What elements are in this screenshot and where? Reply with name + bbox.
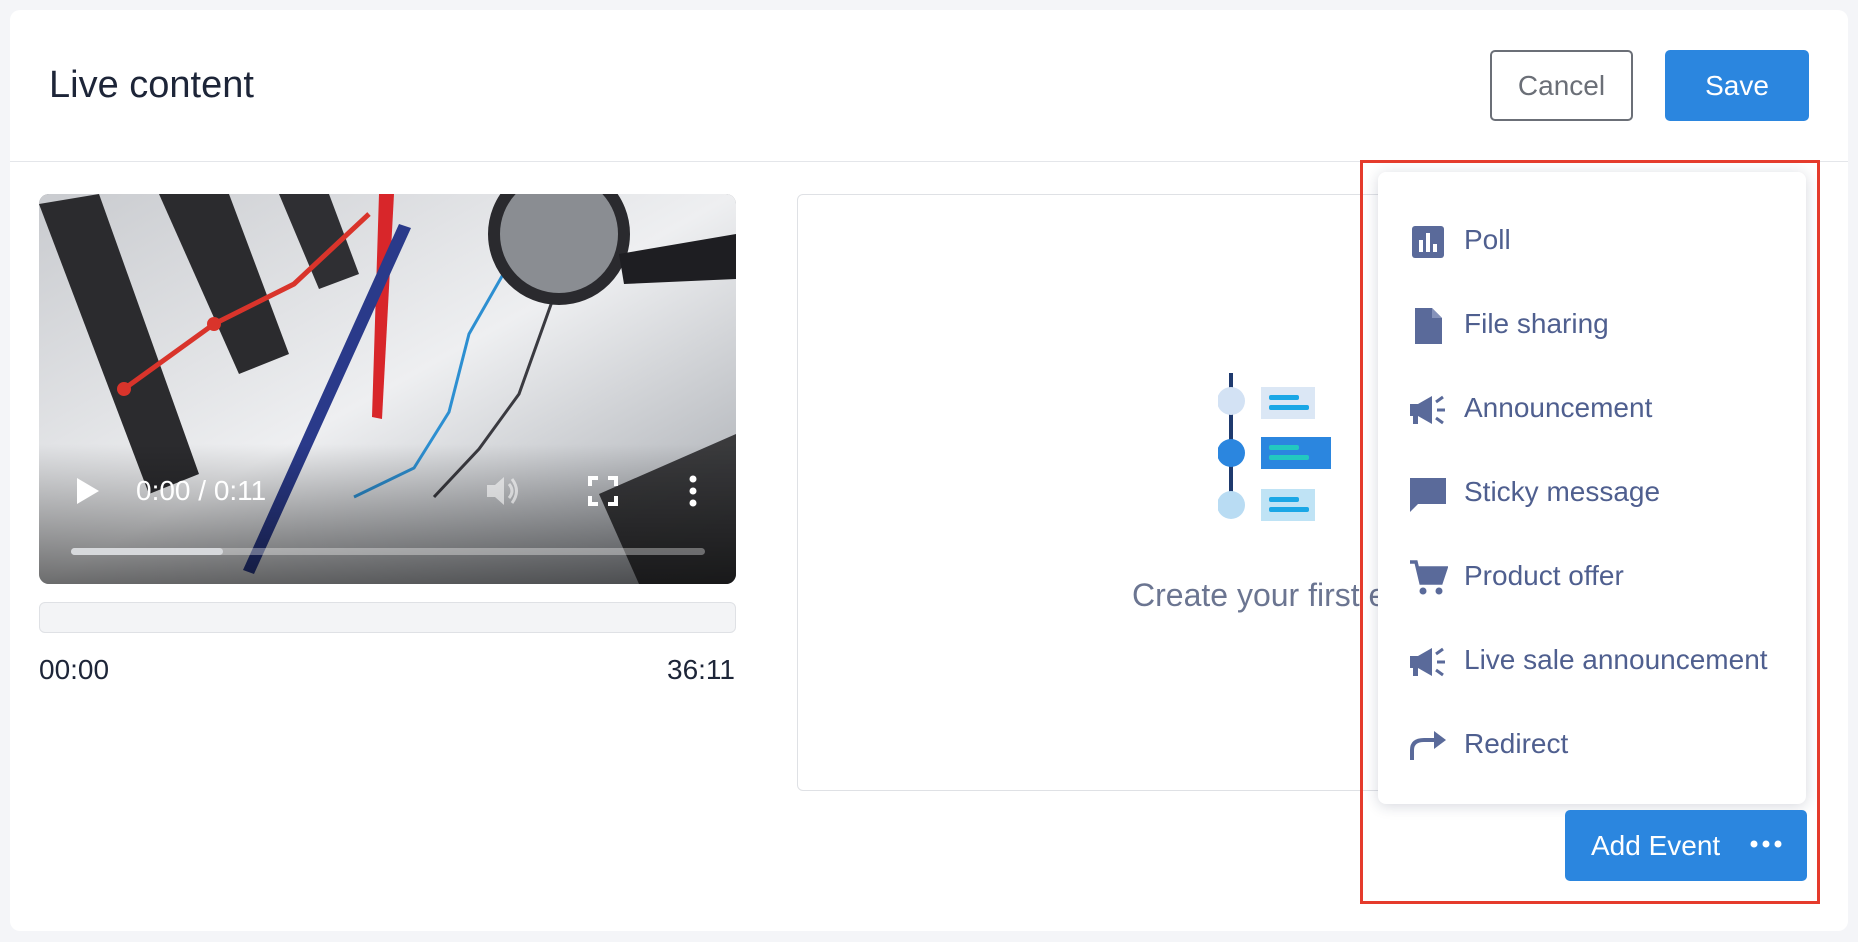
page-header: Live content Cancel Save — [10, 10, 1848, 162]
save-button[interactable]: Save — [1665, 50, 1809, 121]
volume-icon[interactable] — [485, 474, 521, 508]
timeline-start-time: 00:00 — [39, 654, 110, 685]
timeline-illustration — [1218, 373, 1331, 521]
empty-state-text: Create your first e — [1132, 577, 1387, 613]
controls-gradient — [39, 444, 736, 584]
cancel-button[interactable]: Cancel — [1490, 50, 1633, 121]
highlight-frame — [1360, 160, 1820, 904]
page-title: Live content — [49, 64, 254, 106]
time-readout: 0:00 / 0:11 — [136, 475, 267, 506]
video-progress-fill — [71, 548, 224, 555]
fullscreen-icon[interactable] — [588, 476, 618, 506]
timeline-bar[interactable] — [39, 602, 736, 633]
video-player[interactable]: 0:00 / 0:11 — [39, 194, 736, 584]
more-vert-icon[interactable] — [687, 474, 699, 508]
video-progress-bar[interactable] — [71, 548, 705, 555]
timeline-end-time: 36:11 — [667, 654, 735, 685]
play-icon[interactable] — [75, 476, 101, 506]
